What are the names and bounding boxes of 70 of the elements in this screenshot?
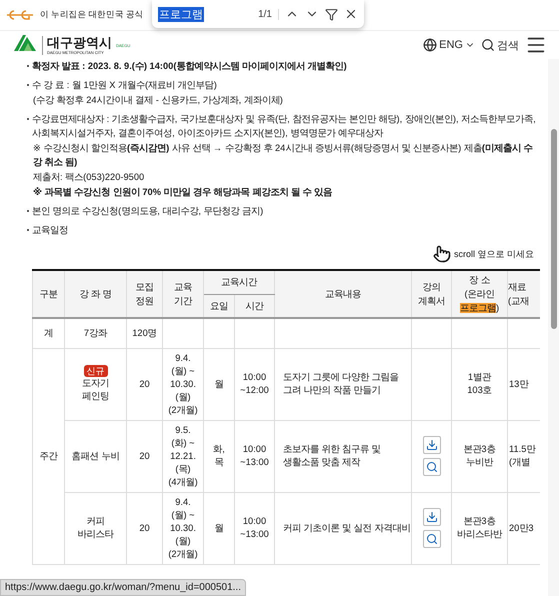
hand-pointer-icon [432, 245, 451, 263]
banner-text: 이 누리집은 대한민국 공식 [40, 9, 144, 21]
notice-text: 확정자 발표 : 2023. 8. 9.(수) 14:00(통합예약시스템 마이페이지에서 개별확인) [32, 60, 347, 73]
column-header: 교육시간 [204, 270, 274, 294]
table-cell: 주간 [32, 348, 64, 564]
table-cell: 홈패션 누비 [64, 420, 126, 492]
notice-text: (수강 확정후 24시간이내 결제 - 신용카드, 가상계좌, 계좌이체) [33, 94, 283, 107]
scrollbar-thumb[interactable] [550, 129, 556, 329]
table-cell: 월 [204, 492, 234, 564]
column-header: 요일 [204, 294, 234, 318]
download-icon [426, 511, 438, 523]
table-cell: 9.4. (월) ~ 10.30. (월) (2개월) [162, 492, 204, 564]
download-button[interactable] [422, 436, 440, 454]
table-cell: 10:00 ~13:00 [234, 420, 274, 492]
search-button[interactable]: 검색 [481, 38, 519, 52]
globe-icon [423, 38, 438, 52]
link-url: https://www.daegu.go.kr/woman/?menu_id=000501... [0, 579, 246, 596]
table-cell: 7강좌 [64, 318, 126, 348]
column-header: 강의 계획서 [412, 270, 452, 318]
table-cell: 본관3층 바리스타반 [452, 492, 508, 564]
find-input[interactable]: 프로그램 [158, 4, 252, 24]
filter-button[interactable] [325, 8, 338, 20]
column-header: 교육내용 [274, 270, 412, 318]
column-header: 구분 [32, 270, 64, 318]
notice-text: ※ 과목별 수강신청 인원이 70% 미만일 경우 해당과목 폐강조치 될 수 있음 [33, 186, 332, 199]
table-cell: 9.5. (화) ~ 12.21. (목) (4개월) [162, 420, 204, 492]
search-icon [426, 533, 438, 545]
new-badge: 신규 [84, 365, 108, 377]
download-icon [426, 439, 438, 451]
scroll-hint: scroll 옆으로 미세요 [454, 248, 534, 260]
logo-icon [6, 9, 34, 21]
course-name: 도자기 페인팅 [82, 377, 109, 403]
notice-text: 수 강 료 : 월 1만원 X 개월수(재료비 개인부담) [32, 79, 217, 92]
scrollbar[interactable] [548, 59, 559, 596]
table-cell: 초보자를 위한 침구류 및 생활소품 맞춤 제작 [274, 420, 412, 492]
column-header: 모집 정원 [126, 270, 162, 318]
column-header: 교육 기간 [162, 270, 204, 318]
search-button[interactable] [422, 458, 440, 476]
notice-text: 교육일정 [32, 224, 68, 237]
match-count: 1/1 [258, 8, 279, 20]
notice-text: ※ 수강신청시 할인적용(즉시감면) 사유 선택 → 수강확정 후 24시간내 증빙서류(해당증명서 및 신분증사본) 제출(미제출시 수강 취소 됨) [33, 142, 534, 169]
table-cell: 10:00 ~12:00 [234, 348, 274, 420]
table-cell: 화, 목 [204, 420, 234, 492]
close-button[interactable] [344, 7, 358, 21]
table-cell: 9.4. (월) ~ 10.30. (월) (2개월) [162, 348, 204, 420]
column-header: 재료 (교재 [508, 270, 540, 318]
table-cell: 1별관 103호 [452, 348, 508, 420]
search-icon [481, 38, 495, 52]
table-cell: 20 [126, 348, 162, 420]
notice-text: 수강료면제대상자 : 기초생활수급자, 국가보훈대상자 및 유족(단, 참전유공자는 본인만 해당), 장애인(본인), 저소득한부모가족, 사회복지시설거주자, 결혼이주여성, 아이조아카드 소지자(본인), 병역명문가 예우대상자 [32, 113, 537, 140]
table-cell: 120명 [126, 318, 162, 348]
notice-text: 제출처: 팩스(053)220-9500 [33, 171, 144, 184]
table-cell: 도자기 그릇에 다양한 그림을 그려 나만의 작품 만들기 [274, 348, 412, 420]
table-cell: 커피 기초이론 및 실전 자격대비 [274, 492, 412, 564]
column-header: 장 소 (온라인 프로그램) [452, 270, 508, 318]
site-title: 대구광역시 [47, 36, 112, 50]
column-header: 시간 [234, 294, 274, 318]
table-cell: 본관3층 누비반 [452, 420, 508, 492]
table-cell: 계 [32, 318, 64, 348]
column-header: 강 좌 명 [64, 270, 126, 318]
language-button[interactable]: ENG [423, 38, 475, 52]
table-cell: 10:00 ~13:00 [234, 492, 274, 564]
search-icon [426, 461, 438, 473]
table-cell: 20 [126, 420, 162, 492]
search-button[interactable] [422, 530, 440, 548]
table-cell: 월 [204, 348, 234, 420]
download-button[interactable] [422, 508, 440, 526]
table-cell: 20 [126, 492, 162, 564]
table-cell: 커피 바리스타 [64, 492, 126, 564]
notice-text: 본인 명의로 수강신청(명의도용, 대리수강, 무단청강 금지) [32, 205, 264, 218]
